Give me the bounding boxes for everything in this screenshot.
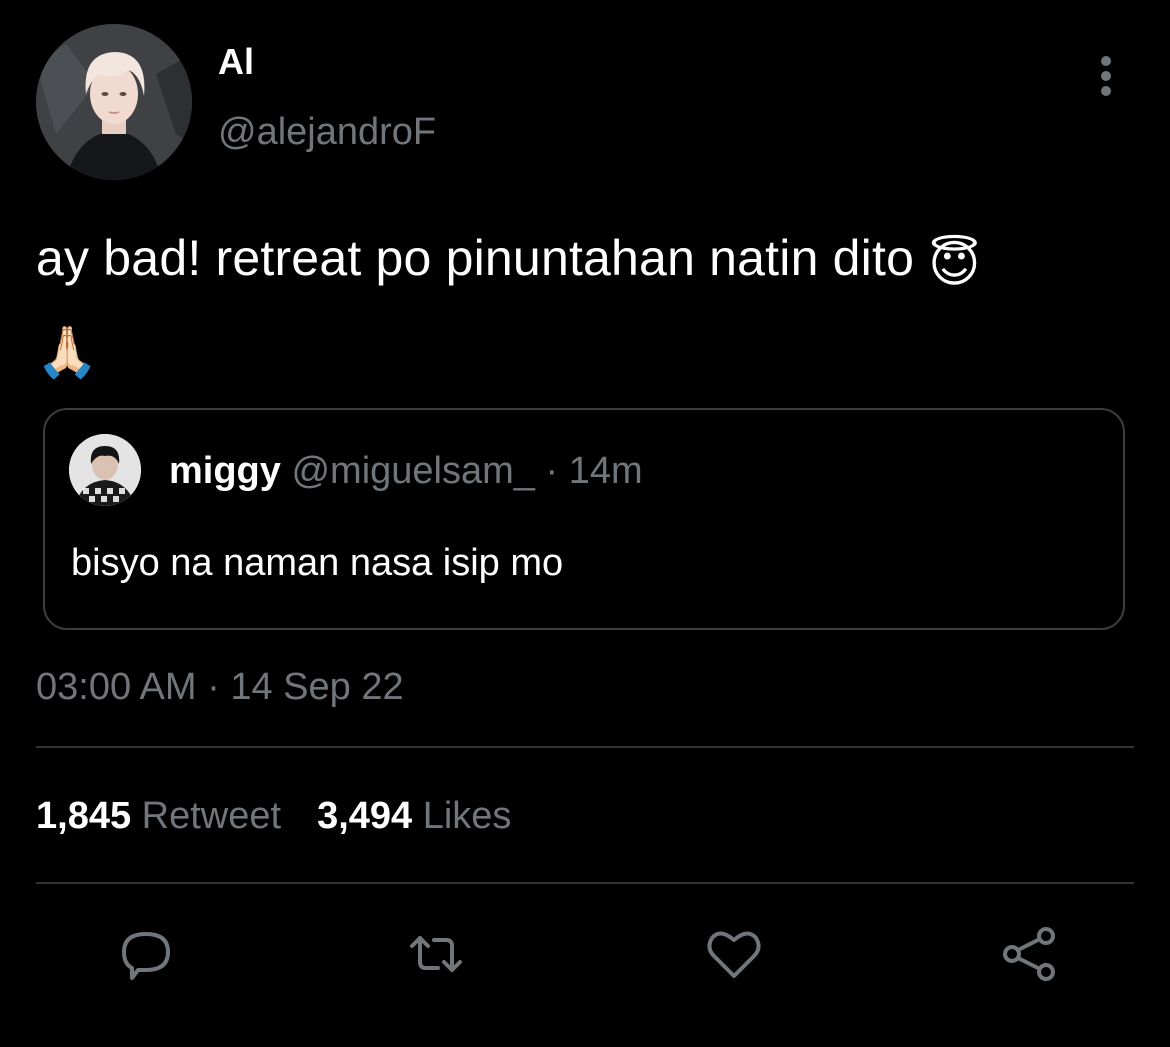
reply-icon[interactable]: [114, 922, 178, 986]
tweet-stats: 1,845 Retweet 3,494 Likes: [36, 792, 511, 840]
author-display-name[interactable]: Al: [218, 42, 254, 82]
retweet-label: Retweet: [141, 795, 282, 837]
quoted-tweet-header: miggy @miguelsam_ · 14m: [169, 448, 643, 494]
smiling-face-with-halo-emoji: 😇: [928, 236, 981, 292]
divider: [36, 882, 1134, 884]
retweet-icon[interactable]: [404, 922, 468, 986]
tweet-text: ay bad! retreat po pinuntahan natin dito…: [36, 218, 1126, 392]
retweet-count: 1,845: [36, 795, 132, 837]
tweet-timestamp[interactable]: 03:00 AM · 14 Sep 22: [36, 664, 404, 710]
divider: [36, 746, 1134, 748]
quoted-tweet-card[interactable]: miggy @miguelsam_ · 14m bisyo na naman n…: [43, 408, 1125, 630]
quoted-handle[interactable]: @miguelsam_: [291, 450, 534, 492]
quoted-author-avatar[interactable]: [69, 434, 141, 506]
author-avatar-image: [36, 24, 192, 180]
likes-count-link[interactable]: 3,494 Likes: [317, 795, 511, 837]
folded-hands-emoji: 🙏🏻: [36, 324, 99, 380]
like-icon[interactable]: [702, 922, 766, 986]
quoted-separator: ·: [545, 450, 559, 492]
tweet-body: ay bad! retreat po pinuntahan natin dito: [36, 230, 915, 286]
retweet-count-link[interactable]: 1,845 Retweet: [36, 795, 281, 837]
quoted-avatar-image: [69, 434, 141, 506]
tweet-detail-page: Al @alejandroF ay bad! retreat po pinunt…: [0, 0, 1170, 1047]
quoted-display-name[interactable]: miggy: [169, 450, 281, 492]
more-options-icon[interactable]: [1090, 52, 1122, 100]
author-handle[interactable]: @alejandroF: [218, 110, 436, 154]
author-avatar[interactable]: [36, 24, 192, 180]
likes-label: Likes: [422, 795, 512, 837]
quoted-time-ago: 14m: [568, 450, 643, 492]
quoted-tweet-text: bisyo na naman nasa isip mo: [71, 542, 564, 584]
share-icon[interactable]: [998, 922, 1062, 986]
likes-count: 3,494: [317, 795, 413, 837]
